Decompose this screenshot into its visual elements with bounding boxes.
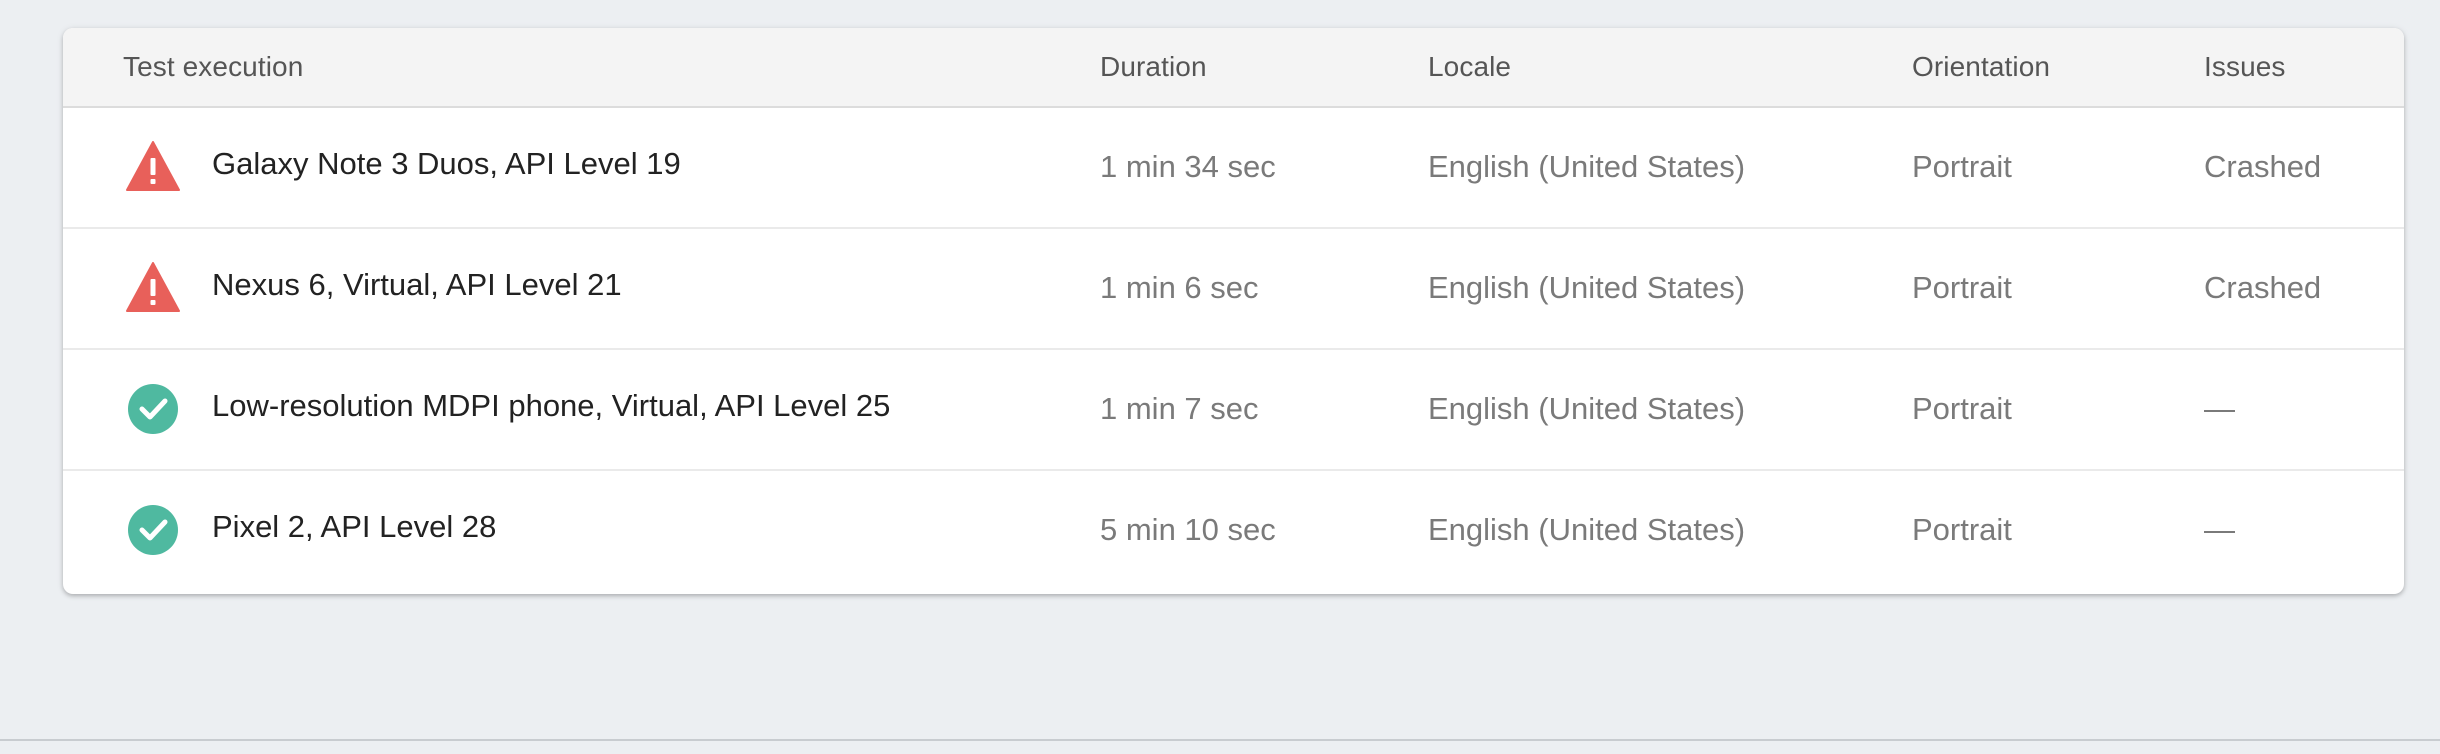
warning-triangle-icon	[125, 261, 181, 313]
issues-value: —	[2204, 391, 2235, 426]
table-row[interactable]: Pixel 2, API Level 28 5 min 10 sec Engli…	[63, 471, 2404, 592]
locale-value: English (United States)	[1428, 149, 1746, 184]
duration-value: 5 min 10 sec	[1100, 512, 1276, 547]
table-row[interactable]: Low-resolution MDPI phone, Virtual, API …	[63, 350, 2404, 471]
device-name[interactable]: Pixel 2, API Level 28	[212, 471, 496, 583]
issues-value: —	[2204, 512, 2235, 547]
header-orientation[interactable]: Orientation	[1912, 28, 2050, 106]
header-test-execution[interactable]: Test execution	[123, 28, 303, 106]
divider	[0, 739, 2440, 741]
orientation-value: Portrait	[1912, 391, 2012, 426]
issues-value: Crashed	[2204, 149, 2322, 184]
duration-value: 1 min 34 sec	[1100, 149, 1276, 184]
header-duration[interactable]: Duration	[1100, 28, 1207, 106]
locale-value: English (United States)	[1428, 391, 1746, 426]
warning-triangle-icon	[125, 140, 181, 192]
orientation-value: Portrait	[1912, 270, 2012, 305]
duration-value: 1 min 7 sec	[1100, 391, 1259, 426]
check-circle-icon	[125, 382, 181, 434]
orientation-value: Portrait	[1912, 149, 2012, 184]
test-executions-table: Test execution Duration Locale Orientati…	[63, 28, 2404, 594]
locale-value: English (United States)	[1428, 270, 1746, 305]
check-circle-icon	[125, 503, 181, 555]
header-locale[interactable]: Locale	[1428, 28, 1511, 106]
duration-value: 1 min 6 sec	[1100, 270, 1259, 305]
orientation-value: Portrait	[1912, 512, 2012, 547]
issues-value: Crashed	[2204, 270, 2322, 305]
header-issues[interactable]: Issues	[2204, 28, 2286, 106]
device-name[interactable]: Galaxy Note 3 Duos, API Level 19	[212, 108, 681, 220]
locale-value: English (United States)	[1428, 512, 1746, 547]
table-row[interactable]: Galaxy Note 3 Duos, API Level 19 1 min 3…	[63, 108, 2404, 229]
table-row[interactable]: Nexus 6, Virtual, API Level 21 1 min 6 s…	[63, 229, 2404, 350]
device-name[interactable]: Nexus 6, Virtual, API Level 21	[212, 229, 622, 341]
table-header: Test execution Duration Locale Orientati…	[63, 28, 2404, 108]
device-name[interactable]: Low-resolution MDPI phone, Virtual, API …	[212, 350, 890, 462]
